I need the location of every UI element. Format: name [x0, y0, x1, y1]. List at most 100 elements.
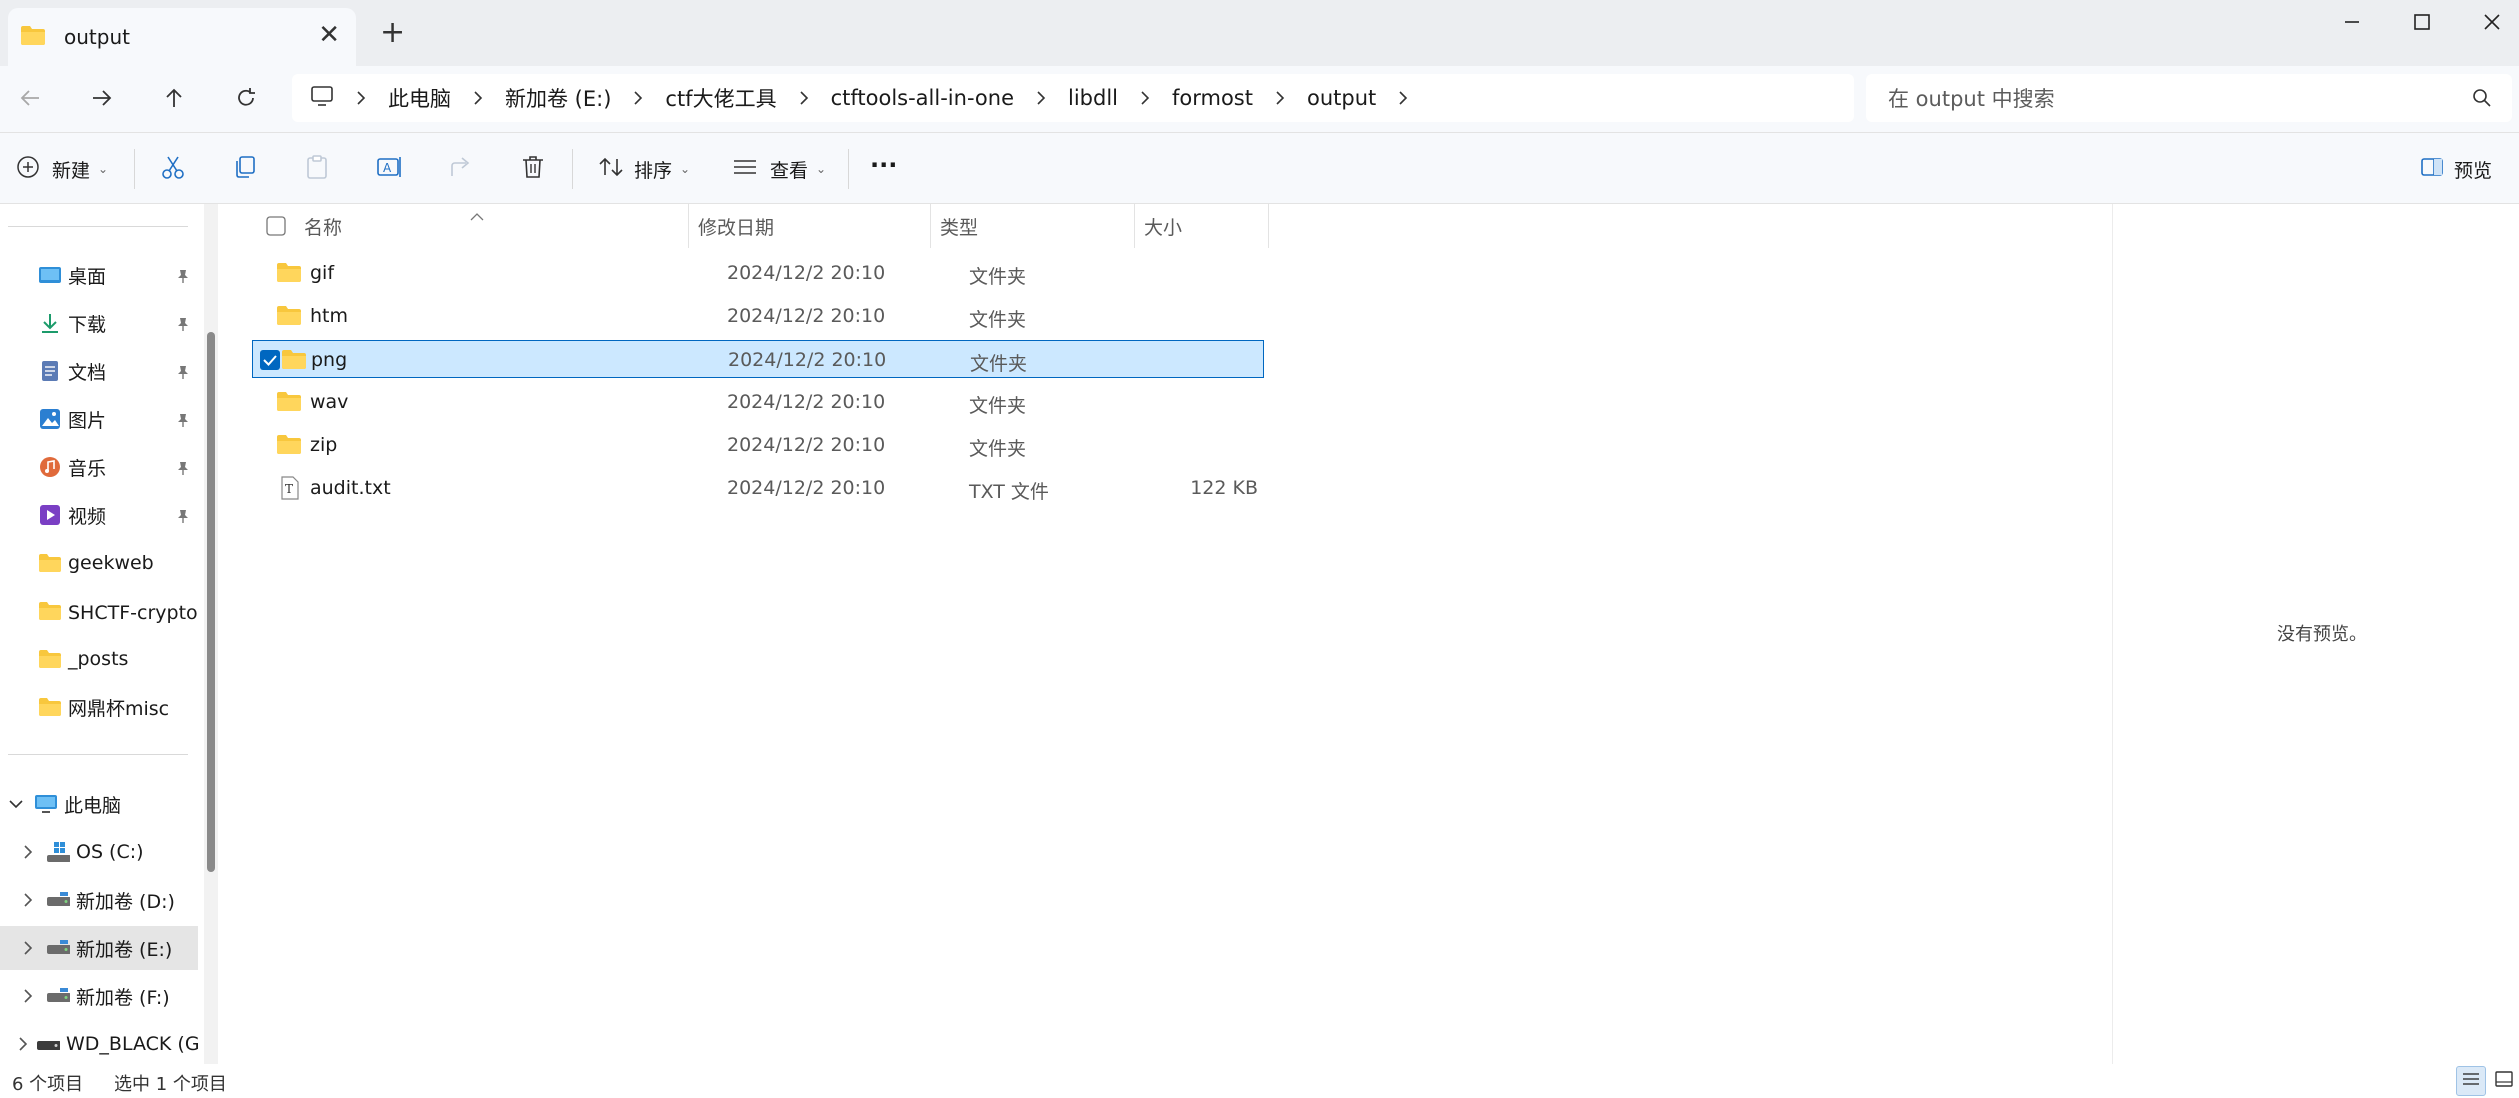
breadcrumb-formost[interactable]: formost — [1172, 86, 1253, 110]
back-button[interactable] — [10, 80, 50, 120]
folder-icon — [38, 647, 62, 671]
command-bar: 新建 ⌄ A 排序 ⌄ 查看 ⌄ ··· 预览 — [0, 132, 2519, 204]
table-row[interactable]: T audit.txt 2024/12/2 20:10 TXT 文件 122 K… — [252, 469, 1264, 507]
chevron-right-icon[interactable] — [18, 941, 38, 955]
view-button[interactable]: 查看 ⌄ — [732, 151, 826, 187]
breadcrumb-ctftools-all-in-one[interactable]: ctftools-all-in-one — [831, 86, 1014, 110]
search-placeholder: 在 output 中搜索 — [1888, 87, 2055, 111]
chevron-right-icon[interactable] — [1398, 90, 1408, 106]
sidebar-item-label: _posts — [68, 648, 129, 670]
navigation-pane: 桌面 下载 文档 图片 音乐 视频 geekweb SHCTF-crypto复 … — [0, 204, 200, 1064]
table-row-selected[interactable]: png 2024/12/2 20:10 文件夹 — [252, 340, 1264, 378]
cut-button[interactable] — [160, 151, 186, 187]
chevron-down-icon[interactable] — [6, 799, 26, 809]
chevron-right-icon[interactable] — [18, 989, 38, 1003]
chevron-down-icon: ⌄ — [680, 162, 691, 176]
breadcrumb-output[interactable]: output — [1307, 86, 1376, 110]
breadcrumb-this-pc[interactable]: 此电脑 — [388, 83, 451, 113]
breadcrumb-drive-e[interactable]: 新加卷 (E:) — [505, 83, 611, 113]
search-icon[interactable] — [2472, 88, 2492, 113]
rename-button[interactable]: A — [376, 151, 404, 187]
copy-button[interactable] — [232, 151, 258, 187]
sidebar-item-downloads[interactable]: 下载 — [0, 301, 198, 345]
breadcrumb-libdll[interactable]: libdll — [1068, 86, 1118, 110]
sidebar-item-posts[interactable]: _posts — [0, 637, 198, 681]
chevron-right-icon[interactable] — [633, 90, 643, 106]
computer-icon — [310, 85, 334, 112]
chevron-right-icon[interactable] — [356, 90, 366, 106]
preview-pane-button[interactable]: 预览 — [2420, 151, 2492, 187]
select-all-checkbox[interactable] — [266, 204, 286, 248]
column-header-name[interactable]: 名称 — [304, 204, 342, 248]
chevron-right-icon[interactable] — [473, 90, 483, 106]
sidebar-item-documents[interactable]: 文档 — [0, 349, 198, 393]
up-button[interactable] — [154, 80, 194, 120]
table-row[interactable]: gif 2024/12/2 20:10 文件夹 — [252, 254, 1264, 292]
sidebar-item-label: 新加卷 (E:) — [76, 938, 173, 961]
tab-output[interactable]: output ✕ — [8, 8, 356, 66]
column-header-date[interactable]: 修改日期 — [698, 204, 774, 248]
sidebar-scrollbar-thumb[interactable] — [207, 332, 215, 872]
sidebar-item-videos[interactable]: 视频 — [0, 493, 198, 537]
sidebar-item-drive-d[interactable]: 新加卷 (D:) — [0, 878, 198, 922]
maximize-button[interactable] — [2392, 6, 2452, 42]
chevron-right-icon[interactable] — [18, 1037, 28, 1051]
table-row[interactable]: wav 2024/12/2 20:10 文件夹 — [252, 383, 1264, 421]
details-view-button[interactable] — [2456, 1066, 2486, 1096]
toolbar-divider — [572, 149, 573, 189]
sidebar-item-this-pc[interactable]: 此电脑 — [0, 782, 198, 826]
music-icon — [38, 455, 62, 479]
table-row[interactable]: zip 2024/12/2 20:10 文件夹 — [252, 426, 1264, 464]
paste-button[interactable] — [304, 151, 330, 187]
row-checkbox-checked[interactable] — [260, 350, 280, 370]
address-bar[interactable]: 此电脑 新加卷 (E:) ctf大佬工具 ctftools-all-in-one… — [292, 74, 1854, 122]
delete-button[interactable] — [520, 151, 546, 187]
column-divider[interactable] — [930, 204, 931, 248]
file-type: 文件夹 — [970, 353, 1028, 375]
sidebar-item-geekweb[interactable]: geekweb — [0, 541, 198, 585]
folder-icon — [20, 24, 46, 51]
share-icon — [448, 154, 474, 185]
chevron-right-icon[interactable] — [1140, 90, 1150, 106]
tiles-view-button[interactable] — [2490, 1066, 2518, 1096]
new-button[interactable]: 新建 ⌄ — [16, 151, 108, 187]
chevron-right-icon[interactable] — [18, 893, 38, 907]
chevron-right-icon[interactable] — [18, 845, 38, 859]
chevron-right-icon[interactable] — [799, 90, 809, 106]
pictures-icon — [38, 407, 62, 431]
share-button[interactable] — [448, 151, 474, 187]
sidebar-item-desktop[interactable]: 桌面 — [0, 253, 198, 297]
chevron-right-icon[interactable] — [1036, 90, 1046, 106]
more-button[interactable]: ··· — [870, 147, 897, 183]
file-name: gif — [310, 262, 335, 284]
new-tab-button[interactable]: + — [380, 18, 405, 48]
sidebar-item-pictures[interactable]: 图片 — [0, 397, 198, 441]
column-header-size[interactable]: 大小 — [1144, 204, 1182, 248]
sidebar-item-drive-f[interactable]: 新加卷 (F:) — [0, 974, 198, 1018]
sort-button[interactable]: 排序 ⌄ — [598, 151, 690, 187]
sidebar-item-music[interactable]: 音乐 — [0, 445, 198, 489]
folder-icon — [276, 304, 302, 331]
column-header-type[interactable]: 类型 — [940, 204, 978, 248]
sidebar-item-wangding-misc[interactable]: 网鼎杯misc — [0, 685, 198, 729]
sidebar-item-label: 新加卷 (D:) — [76, 890, 175, 913]
minimize-button[interactable] — [2322, 6, 2382, 42]
file-name: audit.txt — [310, 477, 391, 499]
refresh-button[interactable] — [226, 80, 266, 120]
forward-button[interactable] — [82, 80, 122, 120]
column-divider[interactable] — [1134, 204, 1135, 248]
close-tab-button[interactable]: ✕ — [318, 22, 340, 48]
sidebar-item-shctf-crypto[interactable]: SHCTF-crypto复 — [0, 589, 198, 633]
search-input[interactable]: 在 output 中搜索 — [1866, 74, 2512, 122]
close-window-button[interactable] — [2462, 6, 2519, 42]
sidebar-item-drive-g[interactable]: WD_BLACK (G — [0, 1022, 198, 1064]
table-row[interactable]: htm 2024/12/2 20:10 文件夹 — [252, 297, 1264, 335]
sidebar-item-drive-e[interactable]: 新加卷 (E:) — [0, 926, 198, 970]
breadcrumb-ctf-tools[interactable]: ctf大佬工具 — [665, 83, 776, 113]
tab-title: output — [64, 25, 130, 49]
rename-icon: A — [376, 154, 404, 185]
sidebar-item-drive-c[interactable]: OS (C:) — [0, 830, 198, 874]
column-divider[interactable] — [1268, 204, 1269, 248]
column-divider[interactable] — [688, 204, 689, 248]
chevron-right-icon[interactable] — [1275, 90, 1285, 106]
